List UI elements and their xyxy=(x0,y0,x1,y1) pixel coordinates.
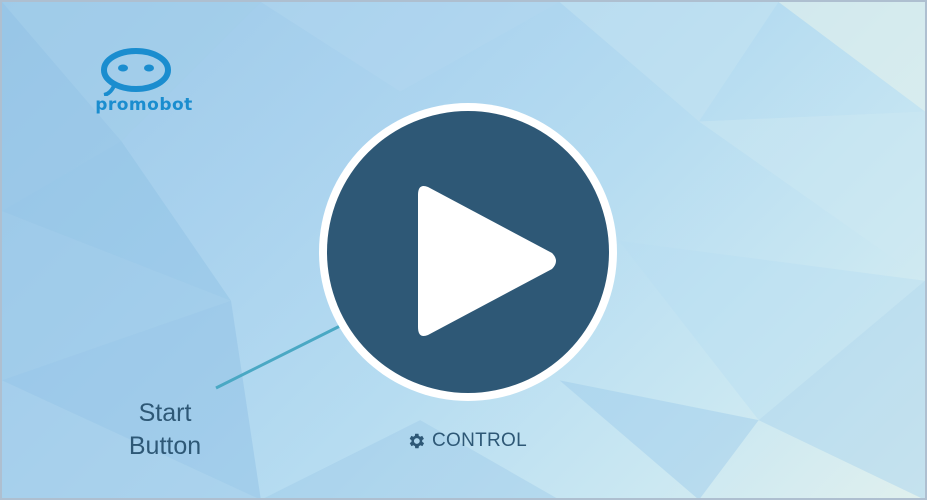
start-button-annotation: Start Button xyxy=(110,397,220,463)
play-icon xyxy=(418,186,556,336)
annotation-line-2: Button xyxy=(128,432,202,460)
gear-icon xyxy=(409,433,425,449)
robot-face-icon xyxy=(101,48,171,97)
logo-wordmark: promobot xyxy=(95,95,193,115)
promobot-logo: promobot xyxy=(74,48,214,120)
control-label: CONTROL xyxy=(432,430,527,451)
start-button-face[interactable] xyxy=(327,111,609,393)
start-button[interactable] xyxy=(319,103,617,401)
control-button[interactable]: CONTROL xyxy=(406,429,527,453)
start-screen: promobot Start Button CONTROL xyxy=(0,0,927,500)
annotation-line-1: Start xyxy=(138,399,192,427)
